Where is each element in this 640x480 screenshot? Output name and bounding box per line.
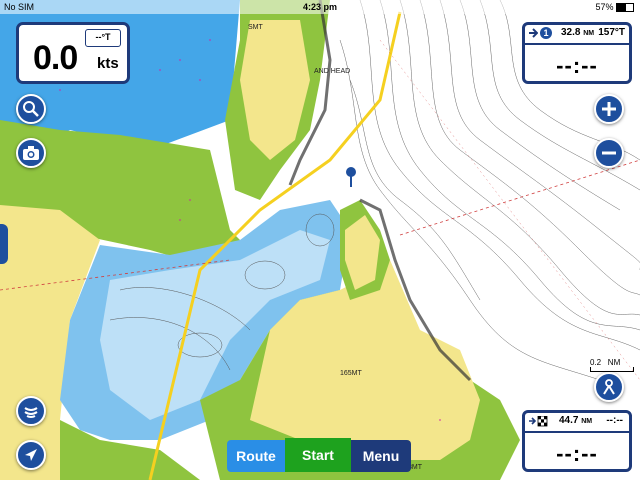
pin-icon[interactable] — [344, 166, 358, 188]
map-label-head: AND HEAD — [314, 68, 351, 75]
zoom-in-button[interactable] — [594, 94, 624, 124]
locate-arrow-icon — [25, 449, 37, 461]
waypoint-number: 1 — [540, 27, 552, 39]
route-button[interactable]: Route — [227, 440, 285, 472]
waypoint-panel-bottom[interactable]: 44.7 NM --:-- --:-- — [522, 410, 632, 472]
checkered-flag-icon — [529, 416, 548, 427]
sonar-button[interactable] — [16, 396, 46, 426]
man-overboard-icon — [603, 379, 615, 395]
destination-header: 44.7 NM --:-- — [525, 413, 629, 433]
speed-value: 0.0 — [33, 39, 78, 77]
search-icon — [23, 101, 39, 117]
camera-button[interactable] — [16, 138, 46, 168]
map-scale: 0.2 NM — [590, 358, 634, 372]
waypoint-bearing: 157°T — [598, 27, 625, 38]
zoom-out-button[interactable] — [594, 138, 624, 168]
status-bar: No SIM 4:23 pm 57% — [0, 0, 640, 14]
clock: 4:23 pm — [302, 2, 337, 12]
destination-eta-small: --:-- — [606, 415, 623, 426]
heading-readout: --°T — [85, 29, 121, 47]
speed-unit: kts — [97, 55, 119, 72]
map-label-height-1: 165MT — [340, 370, 362, 377]
battery-label: 57% — [595, 2, 634, 13]
battery-icon — [616, 3, 634, 13]
side-drawer-tab[interactable] — [0, 224, 8, 264]
map-label-height-2: SMT — [248, 24, 263, 31]
speed-panel[interactable]: --°T 0.0 kts — [16, 22, 130, 84]
zoom-out-icon — [602, 151, 616, 155]
waypoint-arrow-icon — [529, 28, 538, 38]
locate-button[interactable] — [16, 440, 46, 470]
camera-icon — [23, 146, 39, 160]
destination-distance: 44.7 NM — [559, 415, 593, 426]
waypoint-header: 1 32.8 NM 157°T — [525, 25, 629, 45]
waypoint-panel-top[interactable]: 1 32.8 NM 157°T --:-- — [522, 22, 632, 84]
zoom-in-icon — [602, 102, 616, 116]
start-button[interactable]: Start — [285, 438, 351, 472]
bottom-toolbar: Route Start Menu — [227, 438, 411, 472]
destination-eta: --:-- — [556, 441, 598, 466]
waypoint-eta: --:-- — [556, 53, 598, 78]
search-button[interactable] — [16, 94, 46, 124]
waypoint-distance: 32.8 NM — [561, 27, 595, 38]
sonar-icon — [24, 407, 38, 418]
menu-button[interactable]: Menu — [351, 440, 411, 472]
man-overboard-button[interactable] — [594, 372, 624, 402]
